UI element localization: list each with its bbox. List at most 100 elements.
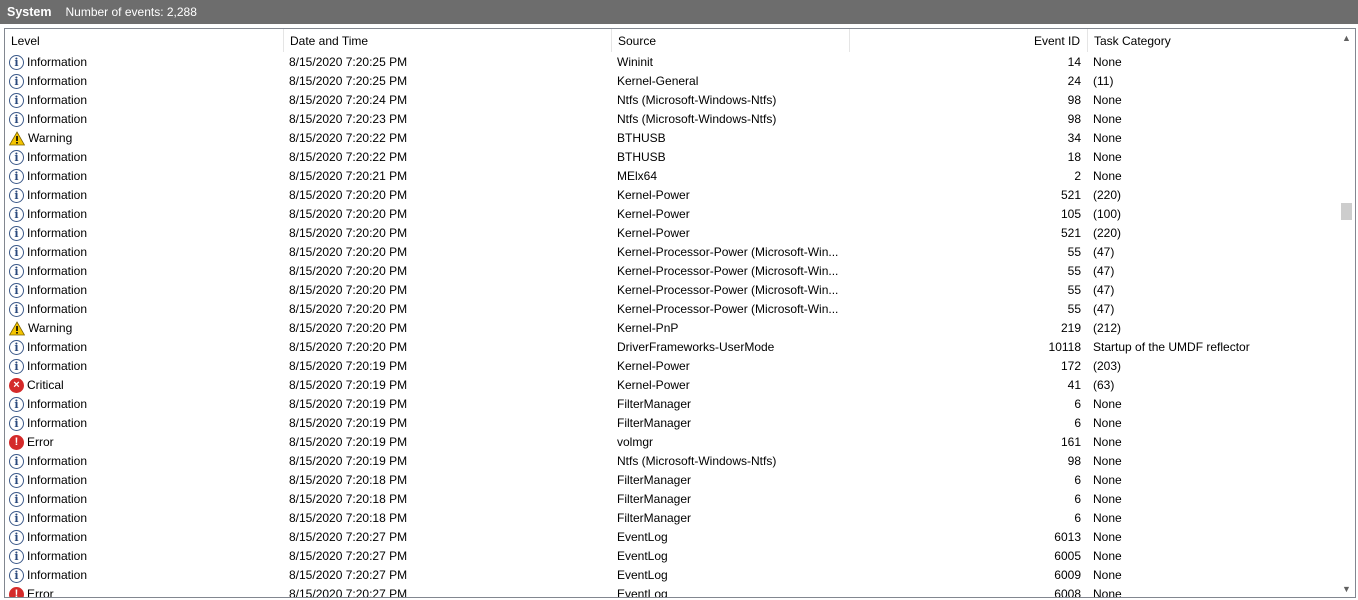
information-icon: i bbox=[9, 283, 24, 298]
event-row[interactable]: i Information 8/15/2020 7:20:27 PM EventLog… bbox=[5, 566, 1328, 585]
date-cell: 8/15/2020 7:20:25 PM bbox=[289, 74, 408, 88]
level-label: Information bbox=[27, 340, 88, 354]
event-id-cell: 219 bbox=[1060, 321, 1081, 335]
event-row[interactable]: i Information 8/15/2020 7:20:21 PM MElx64 2 N… bbox=[5, 167, 1328, 186]
event-row[interactable]: i Information 8/15/2020 7:20:20 PM Kernel-P… bbox=[5, 205, 1328, 224]
level-label: Information bbox=[27, 473, 88, 487]
date-cell: 8/15/2020 7:20:18 PM bbox=[289, 511, 408, 525]
event-row[interactable]: × Critical 8/15/2020 7:20:19 PM Kernel-Powe… bbox=[5, 376, 1328, 395]
information-icon: i bbox=[9, 511, 24, 526]
event-row[interactable]: i Information 8/15/2020 7:20:19 PM Ntfs (Mi… bbox=[5, 452, 1328, 471]
source-cell: Ntfs (Microsoft-Windows-Ntfs) bbox=[617, 454, 777, 468]
date-cell: 8/15/2020 7:20:22 PM bbox=[289, 150, 408, 164]
date-cell: 8/15/2020 7:20:22 PM bbox=[289, 131, 408, 145]
information-icon: i bbox=[9, 397, 24, 412]
level-label: Information bbox=[27, 454, 88, 468]
task-category-cell: (220) bbox=[1093, 226, 1122, 240]
level-label: Error bbox=[27, 435, 54, 449]
event-row[interactable]: i Information 8/15/2020 7:20:27 PM EventLog… bbox=[5, 528, 1328, 547]
event-row[interactable]: i Information 8/15/2020 7:20:20 PM Kernel-P… bbox=[5, 262, 1328, 281]
date-cell: 8/15/2020 7:20:27 PM bbox=[289, 549, 408, 563]
event-row[interactable]: i Information 8/15/2020 7:20:22 PM BTHUSB 18… bbox=[5, 148, 1328, 167]
level-label: Information bbox=[27, 169, 88, 183]
event-row[interactable]: i Information 8/15/2020 7:20:20 PM DriverFr… bbox=[5, 338, 1328, 357]
event-row[interactable]: i Information 8/15/2020 7:20:20 PM Kernel-P… bbox=[5, 300, 1328, 319]
event-row[interactable]: i Information 8/15/2020 7:20:19 PM FilterMa… bbox=[5, 395, 1328, 414]
task-category-cell: None bbox=[1093, 511, 1122, 525]
information-icon: i bbox=[9, 454, 24, 469]
event-row[interactable]: i Information 8/15/2020 7:20:19 PM FilterMa… bbox=[5, 414, 1328, 433]
level-cell: i Information bbox=[9, 91, 279, 110]
source-cell: Kernel-Processor-Power (Microsoft-Win... bbox=[617, 245, 839, 259]
level-cell: ! Error bbox=[9, 433, 279, 452]
level-cell: i Information bbox=[9, 243, 279, 262]
source-cell: Ntfs (Microsoft-Windows-Ntfs) bbox=[617, 112, 777, 126]
level-cell: i Information bbox=[9, 414, 279, 433]
events-list[interactable]: Level Date and Time Source Event ID Task… bbox=[4, 28, 1356, 598]
source-cell: MElx64 bbox=[617, 169, 658, 183]
source-cell: Kernel-Power bbox=[617, 359, 690, 373]
event-row[interactable]: i Information 8/15/2020 7:20:18 PM FilterMa… bbox=[5, 509, 1328, 528]
task-category-cell: Startup of the UMDF reflector bbox=[1093, 340, 1250, 354]
date-cell: 8/15/2020 7:20:20 PM bbox=[289, 207, 408, 221]
scroll-up-icon[interactable]: ▲ bbox=[1338, 29, 1355, 46]
event-id-cell: 55 bbox=[1067, 245, 1081, 259]
event-id-cell: 6009 bbox=[1054, 568, 1081, 582]
column-header-event-id[interactable]: Event ID bbox=[850, 29, 1088, 52]
event-row[interactable]: Warning 8/15/2020 7:20:22 PM BTHUSB 34 None bbox=[5, 129, 1328, 148]
event-row[interactable]: i Information 8/15/2020 7:20:24 PM Ntfs (Mi… bbox=[5, 91, 1328, 110]
event-row[interactable]: i Information 8/15/2020 7:20:20 PM Kernel-P… bbox=[5, 243, 1328, 262]
event-row[interactable]: i Information 8/15/2020 7:20:20 PM Kernel-P… bbox=[5, 281, 1328, 300]
event-id-cell: 161 bbox=[1060, 435, 1081, 449]
scroll-thumb[interactable] bbox=[1341, 203, 1352, 220]
date-cell: 8/15/2020 7:20:20 PM bbox=[289, 226, 408, 240]
level-cell: i Information bbox=[9, 395, 279, 414]
column-header-date[interactable]: Date and Time bbox=[284, 29, 612, 52]
date-cell: 8/15/2020 7:20:20 PM bbox=[289, 283, 408, 297]
level-cell: i Information bbox=[9, 167, 279, 186]
event-row[interactable]: Warning 8/15/2020 7:20:20 PM Kernel-PnP 219… bbox=[5, 319, 1328, 338]
level-cell: Warning bbox=[9, 319, 279, 338]
source-cell: Wininit bbox=[617, 55, 654, 69]
warning-icon bbox=[9, 321, 25, 336]
task-category-cell: None bbox=[1093, 397, 1122, 411]
column-header-task-category[interactable]: Task Category bbox=[1088, 29, 1328, 52]
event-row[interactable]: i Information 8/15/2020 7:20:27 PM EventLog… bbox=[5, 547, 1328, 566]
event-id-cell: 98 bbox=[1067, 454, 1081, 468]
event-row[interactable]: i Information 8/15/2020 7:20:23 PM Ntfs (Mi… bbox=[5, 110, 1328, 129]
column-header-level[interactable]: Level bbox=[5, 29, 284, 52]
source-cell: BTHUSB bbox=[617, 150, 666, 164]
event-row[interactable]: i Information 8/15/2020 7:20:20 PM Kernel-P… bbox=[5, 224, 1328, 243]
level-label: Information bbox=[27, 359, 88, 373]
task-category-cell: (63) bbox=[1093, 378, 1115, 392]
event-row[interactable]: ! Error 8/15/2020 7:20:19 PM volmgr 161 None bbox=[5, 433, 1328, 452]
event-id-cell: 521 bbox=[1060, 188, 1081, 202]
event-row[interactable]: i Information 8/15/2020 7:20:18 PM FilterMa… bbox=[5, 490, 1328, 509]
column-header-source[interactable]: Source bbox=[612, 29, 850, 52]
event-row[interactable]: i Information 8/15/2020 7:20:19 PM Kernel-P… bbox=[5, 357, 1328, 376]
date-cell: 8/15/2020 7:20:20 PM bbox=[289, 302, 408, 316]
event-row[interactable]: i Information 8/15/2020 7:20:25 PM Kernel-G… bbox=[5, 72, 1328, 91]
information-icon: i bbox=[9, 188, 24, 203]
event-id-cell: 55 bbox=[1067, 264, 1081, 278]
level-cell: i Information bbox=[9, 509, 279, 528]
scroll-down-icon[interactable]: ▼ bbox=[1338, 580, 1355, 597]
task-category-cell: None bbox=[1093, 530, 1122, 544]
event-id-cell: 55 bbox=[1067, 302, 1081, 316]
date-cell: 8/15/2020 7:20:27 PM bbox=[289, 587, 408, 598]
event-row[interactable]: ! Error 8/15/2020 7:20:27 PM EventLog 6008 No… bbox=[5, 585, 1328, 598]
level-label: Information bbox=[27, 511, 88, 525]
vertical-scrollbar[interactable]: ▲ ▼ bbox=[1338, 29, 1355, 597]
level-label: Information bbox=[27, 283, 88, 297]
event-row[interactable]: i Information 8/15/2020 7:20:25 PM Wininit 1… bbox=[5, 53, 1328, 72]
error-icon: ! bbox=[9, 435, 24, 450]
event-row[interactable]: i Information 8/15/2020 7:20:18 PM FilterMa… bbox=[5, 471, 1328, 490]
level-label: Information bbox=[27, 55, 88, 69]
level-label: Information bbox=[27, 207, 88, 221]
date-cell: 8/15/2020 7:20:20 PM bbox=[289, 188, 408, 202]
source-cell: EventLog bbox=[617, 530, 668, 544]
level-label: Information bbox=[27, 150, 88, 164]
level-cell: i Information bbox=[9, 547, 279, 566]
level-label: Information bbox=[27, 245, 88, 259]
event-row[interactable]: i Information 8/15/2020 7:20:20 PM Kernel-P… bbox=[5, 186, 1328, 205]
